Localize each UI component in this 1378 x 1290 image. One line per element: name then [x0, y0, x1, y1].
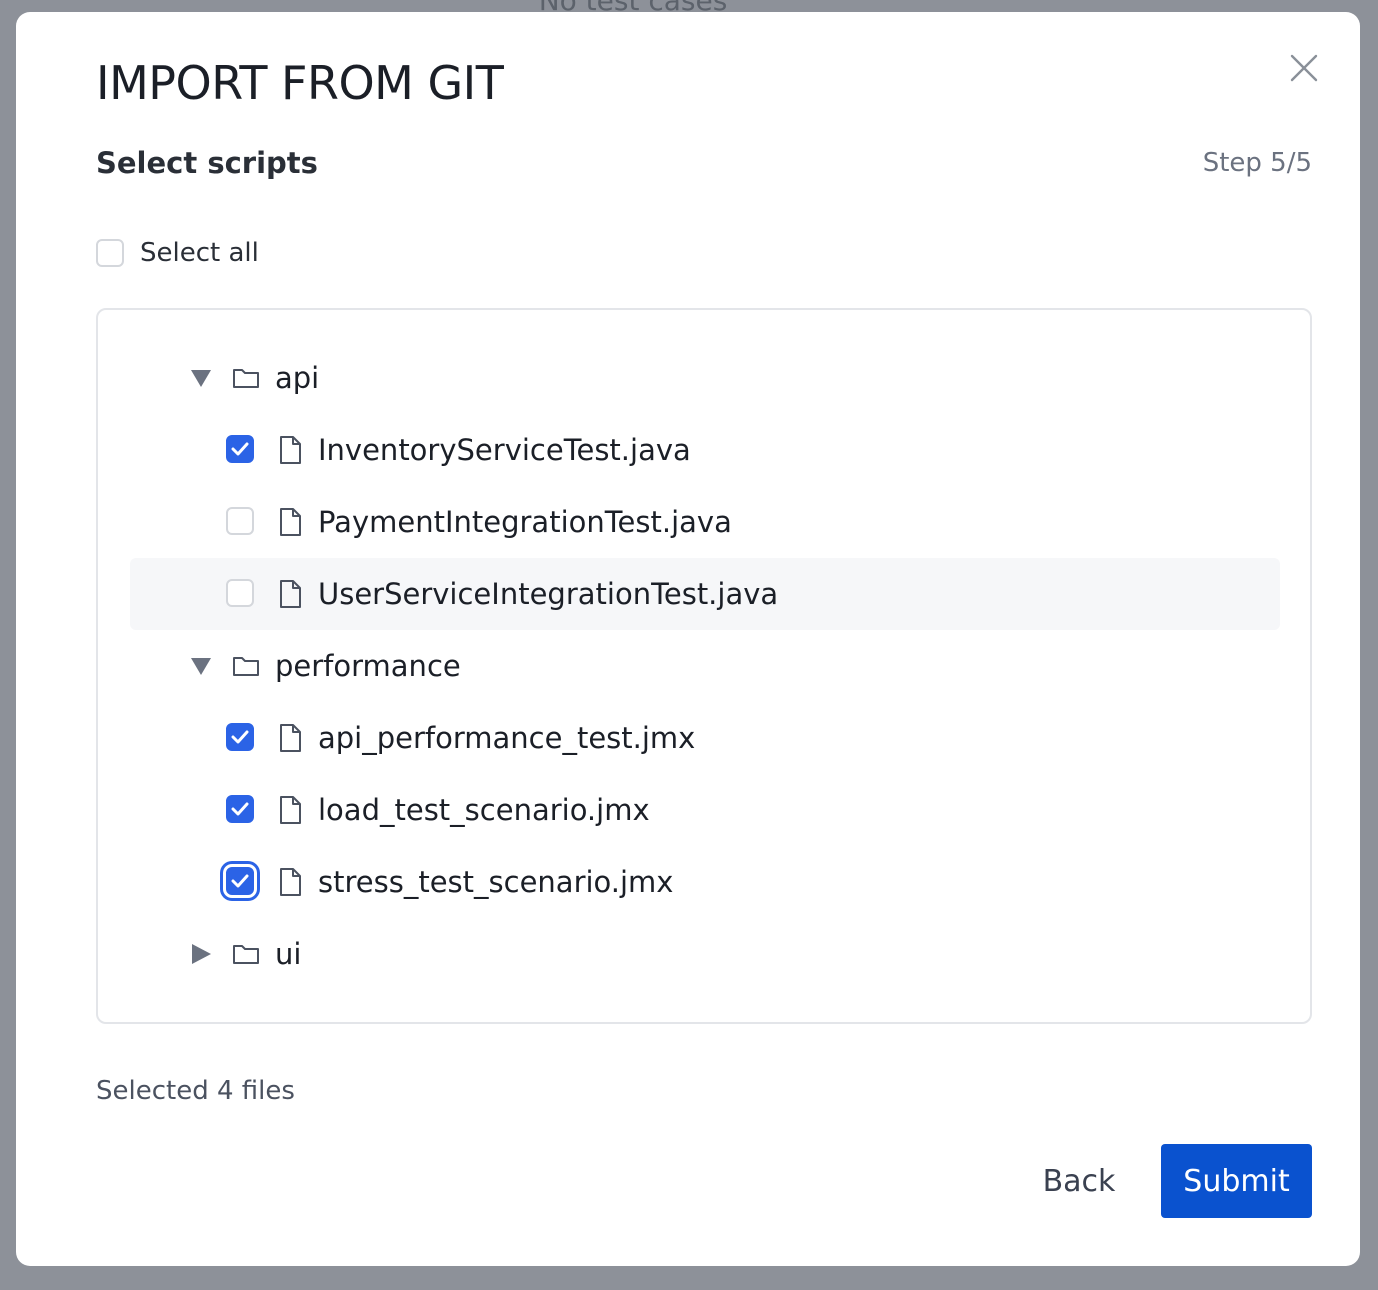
file-tree: api InventoryServiceTest.java PaymentInt… — [96, 308, 1312, 1024]
file-checkbox[interactable] — [226, 795, 254, 823]
file-checkbox[interactable] — [226, 579, 254, 607]
step-indicator: Step 5/5 — [1202, 148, 1312, 178]
file-checkbox[interactable] — [226, 435, 254, 463]
folder-name: performance — [275, 649, 461, 683]
folder-icon — [232, 654, 260, 678]
file-icon — [278, 795, 302, 825]
file-name: api_performance_test.jmx — [318, 721, 696, 755]
file-icon — [278, 507, 302, 537]
folder-name: api — [275, 361, 320, 395]
tree-file-row[interactable]: load_test_scenario.jmx — [130, 774, 1280, 846]
file-checkbox[interactable] — [226, 867, 254, 895]
tree-file-row[interactable]: stress_test_scenario.jmx — [130, 846, 1280, 918]
tree-folder-performance[interactable]: performance — [130, 630, 1280, 702]
check-icon — [231, 874, 249, 888]
folder-icon — [232, 366, 260, 390]
tree-folder-ui[interactable]: ui — [130, 918, 1280, 990]
tree-file-row[interactable]: InventoryServiceTest.java — [130, 414, 1280, 486]
file-checkbox[interactable] — [226, 507, 254, 535]
caret-right-icon[interactable] — [190, 943, 212, 965]
import-from-git-modal: IMPORT FROM GIT Select scripts Step 5/5 … — [16, 12, 1360, 1266]
caret-down-icon[interactable] — [190, 367, 212, 389]
check-icon — [231, 730, 249, 744]
selected-count: Selected 4 files — [96, 1076, 295, 1106]
folder-name: ui — [275, 937, 302, 971]
tree-folder-api[interactable]: api — [130, 342, 1280, 414]
file-icon — [278, 723, 302, 753]
back-button[interactable]: Back — [1026, 1144, 1132, 1218]
submit-button[interactable]: Submit — [1161, 1144, 1312, 1218]
file-name: load_test_scenario.jmx — [318, 793, 650, 827]
select-all-label: Select all — [140, 238, 259, 268]
modal-subtitle: Select scripts — [96, 146, 318, 180]
file-name: PaymentIntegrationTest.java — [318, 505, 732, 539]
file-icon — [278, 435, 302, 465]
caret-down-icon[interactable] — [190, 655, 212, 677]
file-icon — [278, 579, 302, 609]
file-name: UserServiceIntegrationTest.java — [318, 577, 779, 611]
select-all-checkbox[interactable] — [96, 239, 124, 267]
check-icon — [231, 442, 249, 456]
file-checkbox[interactable] — [226, 723, 254, 751]
check-icon — [231, 802, 249, 816]
close-icon — [1290, 54, 1318, 82]
modal-title: IMPORT FROM GIT — [96, 56, 504, 110]
folder-icon — [232, 942, 260, 966]
file-name: InventoryServiceTest.java — [318, 433, 691, 467]
file-icon — [278, 867, 302, 897]
file-name: stress_test_scenario.jmx — [318, 865, 674, 899]
select-all-control[interactable]: Select all — [96, 238, 259, 268]
tree-file-row[interactable]: PaymentIntegrationTest.java — [130, 486, 1280, 558]
tree-file-row[interactable]: api_performance_test.jmx — [130, 702, 1280, 774]
close-button[interactable] — [1288, 52, 1320, 84]
tree-file-row[interactable]: UserServiceIntegrationTest.java — [130, 558, 1280, 630]
